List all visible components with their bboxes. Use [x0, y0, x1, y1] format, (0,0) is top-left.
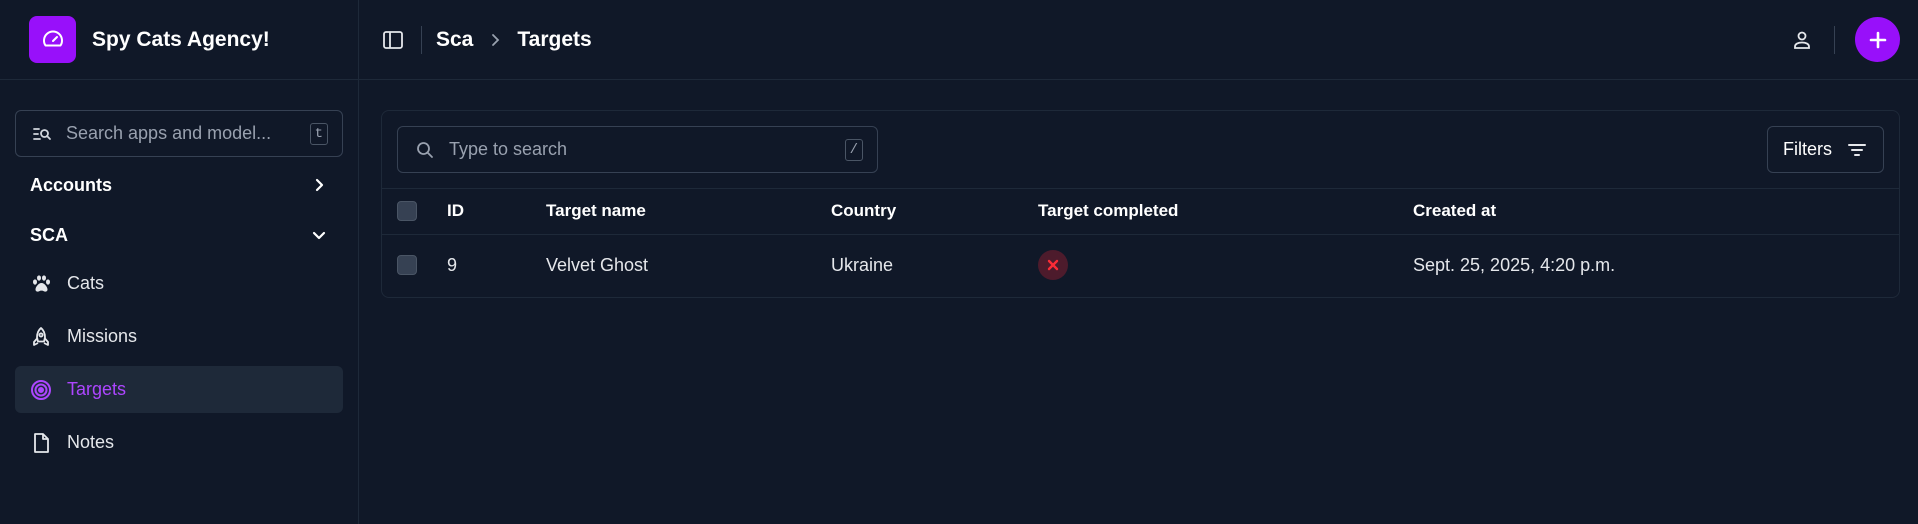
list-toolbar: Type to search / Filters	[382, 111, 1899, 189]
status-false-icon	[1038, 250, 1068, 281]
shortcut-hint: t	[309, 122, 328, 145]
sidebar-search-input[interactable]: Search apps and model... t	[15, 110, 343, 157]
cell-target-name: Velvet Ghost	[546, 254, 649, 275]
column-header-target-name[interactable]: Target name	[546, 189, 831, 235]
app: Spy Cats Agency! Search apps and model..…	[0, 0, 1918, 524]
top-bar: Sca Targets	[359, 0, 1918, 80]
add-button[interactable]	[1855, 17, 1900, 62]
divider	[1834, 25, 1835, 54]
sidebar-item-missions[interactable]: Missions	[15, 313, 343, 360]
paw-icon	[30, 273, 52, 295]
column-header-target-completed[interactable]: Target completed	[1038, 189, 1413, 235]
breadcrumb-current: Targets	[517, 27, 592, 51]
brand-title: Spy Cats Agency!	[92, 27, 270, 51]
table-header-row: ID Target name Country Target completed …	[382, 189, 1899, 235]
targets-table: ID Target name Country Target completed …	[382, 189, 1899, 296]
column-header-created-at[interactable]: Created at	[1413, 189, 1899, 235]
sidebar: Spy Cats Agency! Search apps and model..…	[0, 0, 359, 524]
search-input[interactable]: Type to search /	[397, 126, 878, 173]
sidebar-search-placeholder: Search apps and model...	[66, 123, 272, 143]
shortcut-hint: /	[844, 138, 863, 161]
sidebar-item-label: Notes	[67, 432, 115, 452]
section-label: Accounts	[30, 174, 113, 195]
rocket-icon	[30, 326, 52, 348]
sidebar-item-label: Cats	[67, 273, 105, 293]
chevron-right-icon	[487, 32, 503, 48]
filters-button[interactable]: Filters	[1767, 126, 1884, 173]
brand[interactable]: Spy Cats Agency!	[0, 0, 358, 80]
sidebar-item-cats[interactable]: Cats	[15, 260, 343, 307]
search-list-icon	[32, 124, 52, 144]
sidebar-item-label: Targets	[67, 379, 127, 399]
filter-icon	[1846, 139, 1868, 161]
select-all-checkbox[interactable]	[397, 201, 417, 222]
chevron-right-icon	[310, 176, 328, 194]
document-icon	[30, 432, 52, 454]
breadcrumb-item[interactable]: Sca	[436, 28, 473, 52]
table-row[interactable]: 9 Velvet Ghost Ukraine Sept. 25, 2025, 4…	[382, 234, 1899, 296]
sidebar-item-label: Missions	[67, 326, 138, 346]
search-placeholder: Type to search	[449, 139, 568, 159]
plus-icon	[1869, 31, 1886, 48]
main-content: Sca Targets Type to search / Filters ID …	[359, 0, 1918, 524]
sidebar-item-notes[interactable]: Notes	[15, 419, 343, 466]
targets-panel: Type to search / Filters ID Target name …	[381, 110, 1900, 298]
column-header-country[interactable]: Country	[831, 189, 1038, 235]
chevron-down-icon	[310, 226, 328, 244]
cell-id[interactable]: 9	[447, 234, 546, 296]
section-accounts[interactable]: Accounts	[0, 160, 358, 210]
user-icon[interactable]	[1790, 28, 1814, 52]
cell-target-completed	[1038, 234, 1413, 296]
search-icon	[415, 140, 435, 160]
section-label: SCA	[30, 224, 69, 245]
section-sca[interactable]: SCA	[0, 210, 358, 260]
row-select-cell	[382, 234, 447, 296]
cell-created-at: Sept. 25, 2025, 4:20 p.m.	[1413, 254, 1616, 275]
filters-label: Filters	[1783, 139, 1832, 159]
column-header-id[interactable]: ID	[447, 189, 546, 235]
sidebar-toggle-icon[interactable]	[381, 28, 405, 52]
select-all-cell	[382, 189, 447, 235]
dashboard-gauge-icon	[29, 16, 76, 63]
cell-country: Ukraine	[831, 254, 894, 275]
target-icon	[30, 379, 52, 401]
row-checkbox[interactable]	[397, 255, 417, 276]
divider	[421, 25, 422, 54]
sidebar-item-targets[interactable]: Targets	[15, 366, 343, 413]
